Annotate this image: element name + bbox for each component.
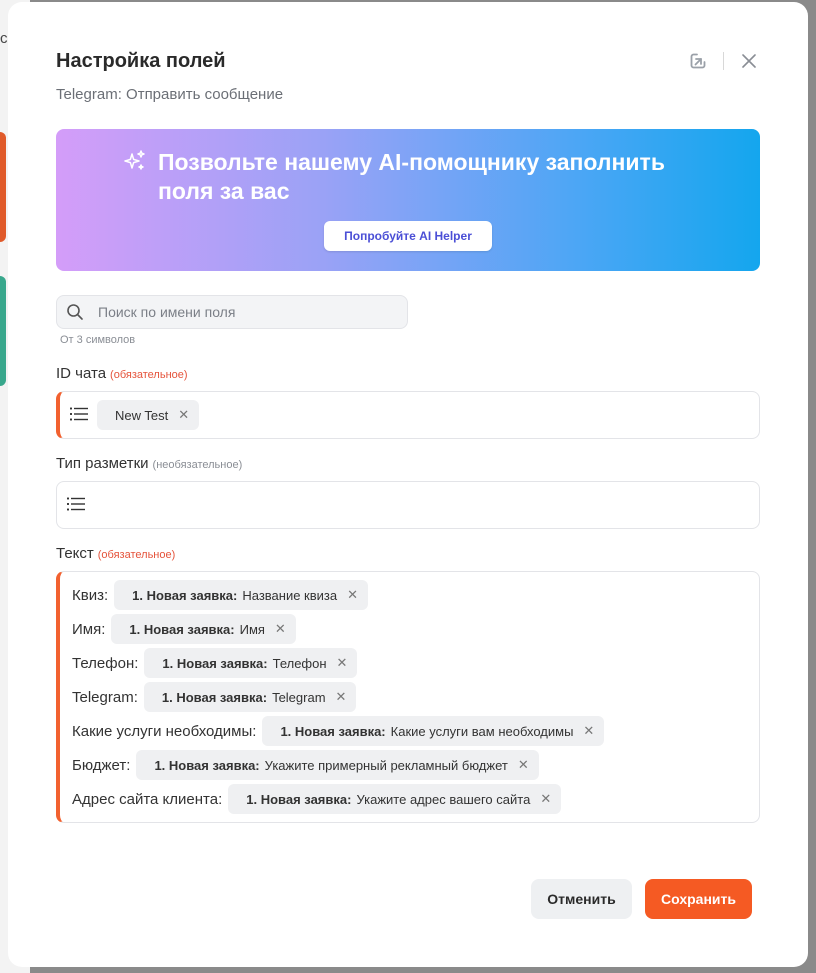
modal-title: Настройка полей	[56, 50, 226, 72]
chip-value: Укажите примерный рекламный бюджет	[264, 757, 508, 773]
markup-label: Тип разметки (необязательное)	[56, 455, 242, 472]
markup-label-text: Тип разметки	[56, 455, 149, 472]
background-text: c	[0, 30, 8, 47]
remove-chip-icon[interactable]: ✕	[518, 757, 529, 773]
open-external-icon[interactable]	[687, 50, 709, 72]
chip-source: 1. Новая заявка:	[129, 621, 235, 637]
required-tag: (обязательное)	[110, 369, 188, 381]
row-label: Телефон:	[72, 654, 139, 672]
value-chip[interactable]: New Test ✕	[97, 400, 200, 430]
variable-chip[interactable]: 1. Новая заявка: Укажите адрес вашего сай…	[228, 784, 562, 814]
chip-value: Имя	[239, 621, 265, 637]
remove-chip-icon[interactable]: ✕	[337, 655, 348, 671]
text-row: Квиз: 1. Новая заявка: Название квиза ✕	[72, 578, 604, 612]
chat-id-field[interactable]: New Test ✕	[56, 391, 760, 439]
list-icon[interactable]	[70, 407, 88, 421]
background-node-orange	[0, 132, 6, 242]
row-label: Квиз:	[72, 586, 109, 604]
variable-chip[interactable]: 1. Новая заявка: Телефон ✕	[144, 648, 358, 678]
search-input[interactable]	[98, 304, 388, 320]
text-row: Имя: 1. Новая заявка: Имя ✕	[72, 612, 604, 646]
list-icon[interactable]	[67, 497, 85, 511]
remove-chip-icon[interactable]: ✕	[347, 587, 358, 603]
search-hint: От 3 символов	[60, 334, 136, 346]
chip-value: Название квиза	[242, 587, 338, 603]
search-icon	[66, 303, 84, 321]
variable-chip[interactable]: 1. Новая заявка: Имя ✕	[111, 614, 296, 644]
remove-chip-icon[interactable]: ✕	[336, 689, 347, 705]
variable-chip[interactable]: 1. Новая заявка: Название квиза ✕	[114, 580, 369, 610]
text-row: Какие услуги необходимы: 1. Новая заявка…	[72, 714, 605, 748]
text-label: Текст (обязательное)	[56, 545, 175, 562]
row-label: Адрес сайта клиента:	[72, 790, 223, 808]
background-node-green	[0, 276, 6, 386]
remove-chip-icon[interactable]: ✕	[178, 407, 189, 423]
header-separator	[723, 52, 724, 70]
chat-id-label-text: ID чата	[56, 365, 107, 382]
required-tag: (обязательное)	[97, 549, 176, 561]
remove-chip-icon[interactable]: ✕	[583, 723, 594, 739]
variable-chip[interactable]: 1. Новая заявка: Какие услуги вам необход…	[262, 716, 605, 746]
row-label: Какие услуги необходимы:	[72, 722, 257, 740]
field-settings-modal: Настройка полей Telegram: Отправить сооб…	[8, 2, 808, 967]
chip-source: 1. Новая заявка:	[162, 655, 268, 671]
chip-value: Телефон	[272, 655, 327, 671]
modal-subtitle: Telegram: Отправить сообщение	[56, 86, 284, 103]
chip-value: Telegram	[272, 689, 326, 705]
sparkles-icon	[122, 149, 148, 180]
save-button[interactable]: Сохранить	[645, 879, 752, 919]
text-row: Бюджет: 1. Новая заявка: Укажите примерны…	[72, 748, 604, 782]
close-icon[interactable]	[738, 50, 760, 72]
ai-banner-text: Позвольте нашему AI-помощнику заполнить …	[158, 149, 665, 204]
remove-chip-icon[interactable]: ✕	[540, 791, 551, 807]
variable-chip[interactable]: 1. Новая заявка: Укажите примерный реклам…	[136, 750, 539, 780]
chip-source: 1. Новая заявка:	[154, 757, 260, 773]
try-ai-helper-button[interactable]: Попробуйте AI Helper	[324, 221, 492, 251]
row-label: Telegram:	[72, 688, 138, 706]
chip-source: 1. Новая заявка:	[246, 791, 352, 807]
text-field-content: Квиз: 1. Новая заявка: Название квиза ✕ Им…	[72, 578, 605, 816]
field-search	[56, 295, 408, 329]
chip-value: Какие услуги вам необходимы	[390, 723, 574, 739]
text-field[interactable]: Квиз: 1. Новая заявка: Название квиза ✕ Им…	[56, 571, 760, 823]
text-row: Telegram: 1. Новая заявка: Telegram ✕	[72, 680, 604, 714]
chip-text: New Test	[115, 407, 169, 423]
chip-source: 1. Новая заявка:	[161, 689, 268, 705]
chip-source: 1. Новая заявка:	[280, 723, 386, 739]
text-row: Телефон: 1. Новая заявка: Телефон ✕	[72, 646, 604, 680]
markup-field[interactable]	[56, 481, 760, 529]
chip-value: Укажите адрес вашего сайта	[356, 791, 531, 807]
ai-helper-banner: Позвольте нашему AI-помощнику заполнить …	[56, 129, 760, 271]
header-actions	[687, 50, 760, 72]
remove-chip-icon[interactable]: ✕	[275, 621, 286, 637]
cancel-button[interactable]: Отменить	[531, 879, 632, 919]
chip-source: 1. Новая заявка:	[132, 587, 238, 603]
optional-tag: (необязательное)	[152, 459, 243, 471]
row-label: Бюджет:	[72, 756, 131, 774]
variable-chip[interactable]: 1. Новая заявка: Telegram ✕	[143, 682, 357, 712]
chat-id-label: ID чата (обязательное)	[56, 365, 188, 382]
text-label-text: Текст	[56, 545, 94, 562]
text-row: Адрес сайта клиента: 1. Новая заявка: Ука…	[72, 782, 604, 816]
row-label: Имя:	[72, 620, 106, 638]
